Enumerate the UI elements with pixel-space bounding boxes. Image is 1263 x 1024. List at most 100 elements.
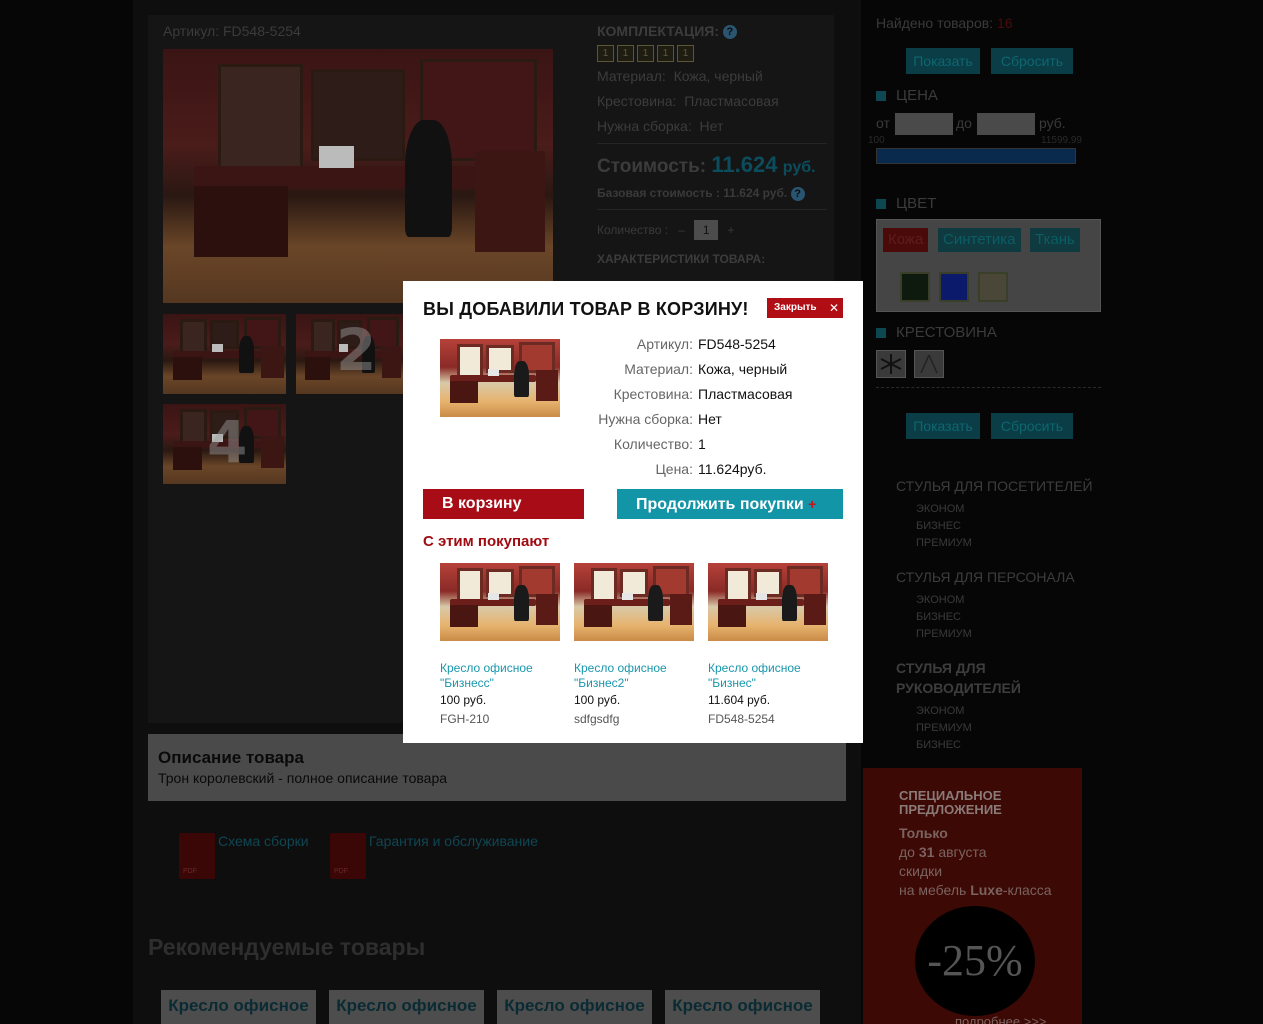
category-personnel[interactable]: СТУЛЬЯ ДЛЯ ПЕРСОНАЛА bbox=[896, 569, 1075, 585]
category-item[interactable]: ПРЕМИУМ bbox=[916, 628, 972, 640]
category-item[interactable]: ЭКОНОМ bbox=[916, 594, 964, 606]
found-count: Найдено товаров: 16 bbox=[876, 15, 1013, 31]
tab-leather[interactable]: Кожа bbox=[883, 228, 929, 252]
category-item[interactable]: ПРЕМИУМ bbox=[916, 537, 972, 549]
field-value: Пластмасовая bbox=[698, 386, 793, 402]
field-value: FD548-5254 bbox=[698, 336, 776, 352]
special-offer-banner[interactable]: СПЕЦИАЛЬНОЕ ПРЕДЛОЖЕНИЕ Только до 31 авг… bbox=[863, 768, 1082, 1024]
modal-title: ВЫ ДОБАВИЛИ ТОВАР В КОРЗИНУ! bbox=[423, 299, 749, 319]
reset-button[interactable]: Сбросить bbox=[991, 413, 1073, 439]
also-bought-title: С этим покупают bbox=[423, 533, 550, 550]
recommended-item[interactable]: Кресло офисное bbox=[161, 990, 316, 1024]
bullet-icon bbox=[876, 199, 886, 209]
also-bought-item[interactable]: Кресло офисное "Бизнесс" 100 руб. FGH-210 bbox=[440, 563, 565, 726]
plus-icon: + bbox=[808, 496, 817, 512]
price-currency: руб. bbox=[1039, 115, 1066, 131]
recommended-item[interactable]: Кресло офисное bbox=[497, 990, 652, 1024]
price-to-input[interactable] bbox=[977, 113, 1035, 135]
qty-minus-button[interactable]: – bbox=[678, 223, 685, 237]
modal-product-image bbox=[440, 339, 560, 417]
pdf-icon[interactable]: PDF bbox=[179, 833, 215, 879]
help-icon[interactable]: ? bbox=[722, 25, 737, 40]
show-button[interactable]: Показать bbox=[906, 48, 980, 74]
promo-more-link[interactable]: подробнее >>> bbox=[955, 1014, 1047, 1024]
also-bought-image[interactable] bbox=[440, 563, 560, 641]
description-text: Трон королевский - полное описание товар… bbox=[158, 770, 448, 786]
field-value: Нет bbox=[698, 411, 722, 427]
komplektaciya-box[interactable]: 1 bbox=[617, 45, 634, 63]
close-icon[interactable]: ✕ bbox=[829, 298, 839, 318]
price-to-label: до bbox=[956, 115, 972, 131]
komplektaciya-boxes: 1 1 1 1 1 bbox=[597, 45, 827, 63]
price-from-input[interactable] bbox=[895, 113, 953, 135]
komplektaciya-title: КОМПЛЕКТАЦИЯ: ? bbox=[597, 23, 827, 40]
field-label: Нужна сборка: bbox=[598, 411, 693, 427]
komplektaciya-box[interactable]: 1 bbox=[657, 45, 674, 63]
also-bought-item[interactable]: Кресло офисное "Бизнес" 11.604 руб. FD548… bbox=[708, 563, 833, 726]
pdf-icon[interactable]: PDF bbox=[330, 833, 366, 879]
category-item[interactable]: БИЗНЕС bbox=[916, 611, 961, 623]
promo-heading-2: ПРЕДЛОЖЕНИЕ bbox=[899, 802, 1002, 817]
price-from-label: от bbox=[876, 115, 890, 131]
category-managers[interactable]: СТУЛЬЯ ДЛЯ bbox=[896, 660, 986, 676]
continue-shopping-button[interactable]: Продолжить покупки + bbox=[617, 489, 843, 519]
field-label: Цена: bbox=[655, 461, 693, 477]
category-managers-line2[interactable]: РУКОВОДИТЕЛЕЙ bbox=[896, 680, 1021, 696]
qty-plus-button[interactable]: + bbox=[728, 223, 735, 237]
color-swatch[interactable] bbox=[939, 272, 969, 302]
komplektaciya-box[interactable]: 1 bbox=[637, 45, 654, 63]
also-bought-name[interactable]: Кресло офисное "Бизнесс" bbox=[440, 661, 565, 691]
recommended-title: Рекомендуемые товары bbox=[148, 934, 426, 960]
recommended-item[interactable]: Кресло офисное bbox=[329, 990, 484, 1024]
price-filter-title: ЦЕНА bbox=[896, 87, 938, 104]
field-value: 1 bbox=[698, 436, 706, 452]
main-product-photo[interactable] bbox=[163, 49, 553, 303]
field-value: Кожа, черный bbox=[698, 361, 788, 377]
show-button[interactable]: Показать bbox=[906, 413, 980, 439]
to-cart-button[interactable]: В корзину bbox=[423, 489, 584, 519]
warranty-link[interactable]: Гарантия и обслуживание bbox=[369, 833, 538, 849]
also-bought-name[interactable]: Кресло офисное "Бизнес2" bbox=[574, 661, 699, 691]
field-label: Артикул: bbox=[636, 336, 693, 352]
also-bought-image[interactable] bbox=[574, 563, 694, 641]
cross-filter-title: КРЕСТОВИНА bbox=[896, 324, 997, 341]
product-cost: Стоимость: 11.624 руб. bbox=[597, 152, 816, 178]
category-item[interactable]: ЭКОНОМ bbox=[916, 705, 964, 717]
cross-chrome-icon[interactable] bbox=[914, 350, 944, 378]
product-thumbnail[interactable]: 4 bbox=[163, 404, 286, 484]
tab-fabric[interactable]: Ткань bbox=[1030, 228, 1080, 252]
color-swatch[interactable] bbox=[978, 272, 1008, 302]
cross-star-icon[interactable] bbox=[876, 350, 906, 378]
assembly-scheme-link[interactable]: Схема сборки bbox=[218, 833, 309, 849]
komplektaciya-box[interactable]: 1 bbox=[597, 45, 614, 63]
also-bought-item[interactable]: Кресло офисное "Бизнес2" 100 руб. sdfgsdf… bbox=[574, 563, 699, 726]
category-item[interactable]: ЭКОНОМ bbox=[916, 503, 964, 515]
category-visitors[interactable]: СТУЛЬЯ ДЛЯ ПОСЕТИТЕЛЕЙ bbox=[896, 478, 1093, 494]
spec-cross: Крестовина: Пластмасовая bbox=[597, 93, 779, 110]
help-icon[interactable]: ? bbox=[790, 187, 805, 202]
qty-input[interactable]: 1 bbox=[694, 220, 719, 241]
discount-badge: -25% bbox=[915, 906, 1035, 1016]
thumbnail-number: 4 bbox=[207, 408, 248, 476]
reset-button[interactable]: Сбросить bbox=[991, 48, 1073, 74]
close-button[interactable]: Закрыть ✕ bbox=[767, 298, 843, 318]
added-to-cart-modal: ВЫ ДОБАВИЛИ ТОВАР В КОРЗИНУ! Закрыть ✕ Ар… bbox=[403, 281, 863, 743]
product-thumbnail[interactable]: 2 bbox=[296, 314, 403, 394]
komplektaciya-label: КОМПЛЕКТАЦИЯ: bbox=[597, 23, 720, 39]
field-label: Количество: bbox=[613, 436, 693, 452]
also-bought-image[interactable] bbox=[708, 563, 828, 641]
characteristics-title: ХАРАКТЕРИСТИКИ ТОВАРА: bbox=[597, 252, 766, 267]
product-thumbnail[interactable] bbox=[163, 314, 286, 394]
also-bought-name[interactable]: Кресло офисное "Бизнес" bbox=[708, 661, 833, 691]
color-swatch[interactable] bbox=[900, 272, 930, 302]
field-value: 11.624руб. bbox=[698, 461, 767, 477]
field-label: Материал: bbox=[624, 361, 693, 377]
category-item[interactable]: ПРЕМИУМ bbox=[916, 722, 972, 734]
komplektaciya-box[interactable]: 1 bbox=[677, 45, 694, 63]
price-slider[interactable] bbox=[876, 148, 1076, 164]
category-item[interactable]: БИЗНЕС bbox=[916, 520, 961, 532]
tab-synthetic[interactable]: Синтетика bbox=[938, 228, 1021, 252]
description-title: Описание товара bbox=[158, 748, 304, 767]
category-item[interactable]: БИЗНЕС bbox=[916, 739, 961, 751]
recommended-item[interactable]: Кресло офисное bbox=[665, 990, 820, 1024]
